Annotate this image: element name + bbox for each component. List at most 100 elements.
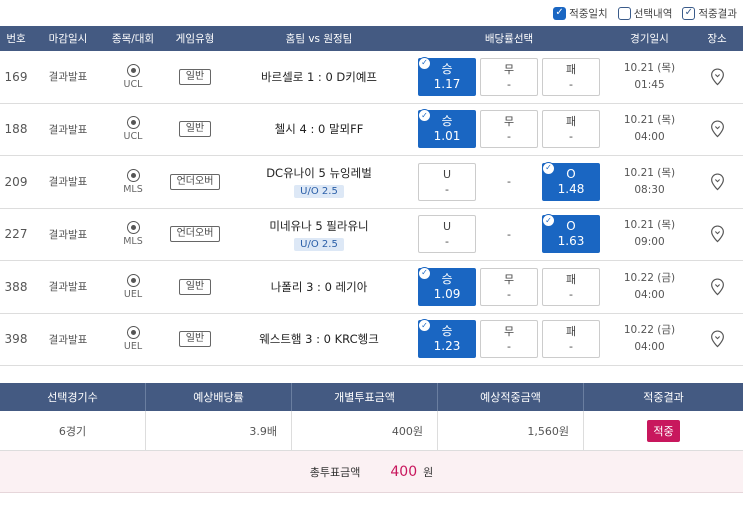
row-league: UEL (104, 261, 162, 313)
col-header-match: 홈팀 vs 원정팀 (285, 33, 353, 45)
odds-button[interactable]: 무- (480, 320, 538, 359)
odds-label: O (566, 219, 576, 234)
row-status: 결과발표 (48, 123, 88, 136)
col-header-game-type: 게임유형 (175, 33, 215, 45)
total-unit: 원 (423, 465, 434, 479)
odds-empty: - (480, 215, 538, 254)
row-datetime: 10.22 (금) 04:00 (608, 261, 691, 313)
odds-button[interactable]: 패- (542, 267, 600, 306)
odds-button[interactable]: U- (418, 162, 476, 201)
odds-button[interactable]: ✓ 승 1.01 (418, 109, 476, 149)
summary-table: 선택경기수 예상배당률 개별투표금액 예상적중금액 적중결과 6경기 3.9배 … (0, 383, 743, 493)
summary-header-odds: 예상배당률 (146, 383, 292, 411)
filter-label: 선택내역 (633, 7, 673, 20)
table-row: 388 결과발표 UEL 일반 나폴리 3 : 0 레기아 ✓ 승 1.09 무 - 패 -10.22… (0, 261, 743, 314)
location-pin-icon[interactable] (710, 173, 725, 191)
odds-button[interactable]: ✓ 승 1.17 (418, 56, 476, 96)
checkbox-icon[interactable]: ✓ (682, 6, 696, 20)
game-type-badge: 일반 (178, 121, 212, 138)
row-datetime: 10.21 (목) 08:30 (608, 156, 691, 208)
venue-button[interactable] (691, 209, 743, 261)
selected-check-icon: ✓ (542, 161, 555, 175)
odds-button[interactable]: ✓ 승 1.09 (418, 266, 476, 306)
soccer-ball-icon (126, 116, 140, 130)
summary-games: 6경기 (0, 411, 146, 450)
odds-button[interactable]: 무- (480, 110, 538, 149)
location-pin-icon[interactable] (710, 330, 725, 348)
uo-line-badge: U/O 2.5 (294, 185, 344, 199)
summary-header-stake: 개별투표금액 (292, 383, 438, 411)
row-number: 188 (4, 122, 28, 137)
location-pin-icon[interactable] (710, 120, 725, 138)
match-teams: 미네유나 5 필라유니 (269, 218, 369, 233)
row-datetime: 10.21 (목) 09:00 (608, 209, 691, 261)
odds-button[interactable]: ✓ O 1.48 (542, 161, 600, 201)
summary-header-games: 선택경기수 (0, 383, 146, 411)
selected-check-icon: ✓ (418, 109, 431, 123)
row-status: 결과발표 (48, 228, 88, 241)
league-name: UCL (123, 131, 143, 143)
filter-checkbox-2[interactable]: ✓ 적중결과 (682, 6, 737, 21)
odds-button[interactable]: 패- (542, 110, 600, 149)
odds-value: - (569, 77, 573, 91)
summary-header-result: 적중결과 (643, 391, 684, 404)
odds-label: U (442, 167, 452, 181)
row-match: 웨스트햄 3 : 0 KRC헹크 (228, 314, 410, 366)
row-number: 227 (4, 227, 28, 242)
odds-button[interactable]: 패- (542, 57, 600, 96)
checkbox-icon[interactable]: ✓ (553, 6, 567, 20)
odds-label: 무 (503, 272, 515, 286)
odds-empty: - (480, 162, 538, 201)
game-type-badge: 언더오버 (169, 226, 221, 243)
row-match: DC유나이 5 뉴잉레벌 U/O 2.5 (228, 156, 410, 208)
venue-button[interactable] (691, 261, 743, 313)
soccer-ball-icon (126, 273, 140, 287)
venue-button[interactable] (691, 51, 743, 103)
filter-checkbox-1[interactable]: 선택내역 (617, 6, 673, 21)
odds-label: 패 (565, 272, 577, 286)
game-type-badge: 언더오버 (169, 173, 221, 190)
odds-button[interactable]: 무- (480, 267, 538, 306)
row-game-type-cell: 일반 (162, 261, 228, 313)
table-row: 398 결과발표 UEL 일반 웨스트햄 3 : 0 KRC헹크 ✓ 승 1.23 무 - 패 -10… (0, 314, 743, 366)
summary-stake: 400원 (292, 411, 438, 450)
col-header-deadline: 마감일시 (48, 33, 88, 45)
league-name: UCL (123, 78, 143, 90)
row-game-type-cell: 언더오버 (162, 209, 228, 261)
filter-checkbox-0[interactable]: ✓ 적중일치 (553, 6, 608, 21)
odds-button[interactable]: 무- (480, 57, 538, 96)
soccer-ball-icon (126, 168, 140, 182)
odds-label: 패 (565, 62, 577, 76)
odds-value: - (445, 235, 449, 249)
odds-button[interactable]: U- (418, 215, 476, 254)
odds-button[interactable]: ✓ O 1.63 (542, 214, 600, 254)
odds-button[interactable]: ✓ 승 1.23 (418, 319, 476, 359)
venue-button[interactable] (691, 156, 743, 208)
row-match: 첼시 4 : 0 말뫼FF (228, 104, 410, 156)
odds-value: - (507, 227, 511, 241)
odds-label: 승 (441, 271, 453, 286)
table-row: 169 결과발표 UCL 일반 바르셀로 1 : 0 D키예프 ✓ 승 1.17 무 - 패 -10.… (0, 51, 743, 104)
checkbox-icon[interactable] (617, 6, 631, 20)
row-odds: ✓ 승 1.23 무 - 패 - (410, 314, 608, 366)
odds-value: - (507, 175, 511, 189)
odds-value: - (569, 287, 573, 301)
venue-button[interactable] (691, 104, 743, 156)
row-match: 바르셀로 1 : 0 D키예프 (228, 51, 410, 103)
table-row: 188 결과발표 UCL 일반 첼시 4 : 0 말뫼FF ✓ 승 1.01 무 - 패 -10.21… (0, 104, 743, 156)
match-teams: 첼시 4 : 0 말뫼FF (274, 122, 364, 137)
odds-value: - (507, 77, 511, 91)
row-datetime: 10.21 (목) 04:00 (608, 104, 691, 156)
location-pin-icon[interactable] (710, 225, 725, 243)
location-pin-icon[interactable] (710, 278, 725, 296)
game-type-badge: 일반 (178, 331, 212, 348)
filter-bar: ✓ 적중일치 선택내역 ✓ 적중결과 (0, 0, 743, 26)
odds-button[interactable]: 패- (542, 320, 600, 359)
hit-badge: 적중 (647, 419, 680, 442)
summary-header-payout: 예상적중금액 (438, 383, 584, 411)
venue-button[interactable] (691, 314, 743, 366)
location-pin-icon[interactable] (710, 68, 725, 86)
col-header-venue: 장소 (707, 33, 727, 45)
table-header: 번호 마감일시 종목/대회 게임유형 홈팀 vs 원정팀 배당률선택 경기일시 … (0, 26, 743, 51)
uo-line-badge: U/O 2.5 (294, 237, 344, 251)
